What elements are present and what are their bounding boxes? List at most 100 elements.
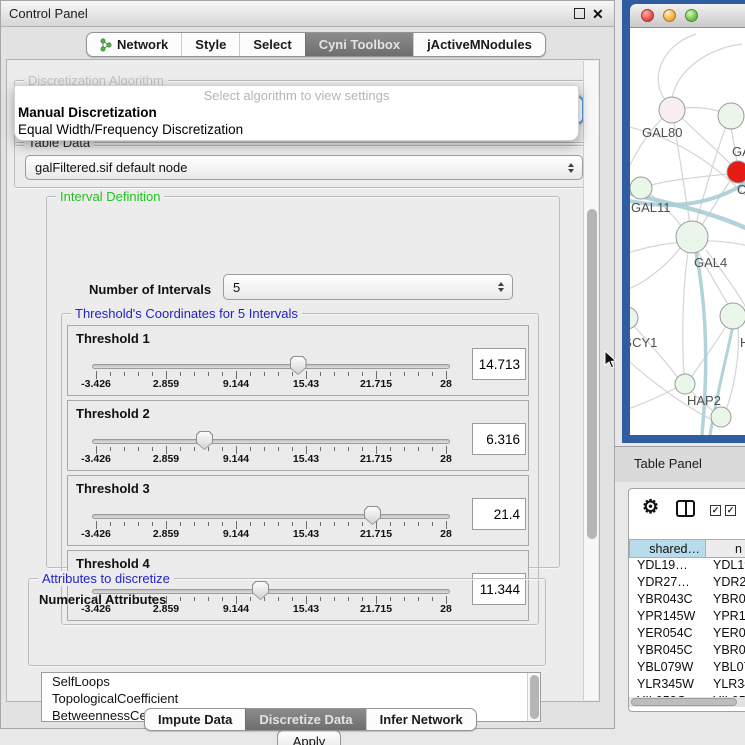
slider-tick <box>320 447 321 451</box>
table-row[interactable]: YER054CYER054C <box>629 626 745 643</box>
bottom-tab-infer-network[interactable]: Infer Network <box>366 709 476 730</box>
control-panel-content: Discretization Algorithm Table Data galF… <box>6 59 600 702</box>
table-hscrollbar[interactable] <box>629 697 745 707</box>
slider-tick-label: 28 <box>440 528 452 540</box>
tab-select[interactable]: Select <box>239 33 304 56</box>
table-row[interactable]: YPR145WYPR145W <box>629 609 745 626</box>
bottom-tab-label: Infer Network <box>380 712 463 727</box>
tab-label: Cyni Toolbox <box>319 37 400 52</box>
node-gal80[interactable] <box>659 97 685 123</box>
table-panel-titlebar[interactable]: Table Panel <box>615 446 745 482</box>
checkbox-icon[interactable]: ✓ <box>725 505 736 516</box>
node-gcy1[interactable] <box>630 307 638 329</box>
algorithm-hint-text: Select algorithm to view settings <box>15 88 578 103</box>
cell-name: YBL079W <box>706 660 745 677</box>
threshold-value-field[interactable] <box>472 348 526 380</box>
control-panel-titlebar[interactable]: Control Panel ✕ <box>1 1 614 27</box>
columns-icon[interactable] <box>676 500 695 517</box>
close-icon[interactable]: ✕ <box>592 5 604 23</box>
table-row[interactable]: YBL079WYBL079W <box>629 660 745 677</box>
list-item[interactable]: SelfLoops <box>42 673 540 690</box>
node-right-mid[interactable] <box>720 303 745 329</box>
attributes-scrollbar-thumb[interactable] <box>530 675 539 719</box>
network-icon <box>100 38 112 52</box>
threshold-label: Threshold 4 <box>76 556 150 571</box>
column-header-shared-name[interactable]: shared… <box>629 539 706 558</box>
list-item[interactable]: TopologicalCoefficient <box>42 690 540 707</box>
bottom-tab-impute-data[interactable]: Impute Data <box>145 709 245 730</box>
slider-tick <box>432 522 433 526</box>
slider-tick <box>124 522 125 526</box>
cell-shared-name: YBL079W <box>629 660 706 677</box>
cell-name: YBR043C <box>706 592 745 609</box>
slider-tick <box>138 372 139 376</box>
tab-label: Network <box>117 37 168 52</box>
node-top-right[interactable] <box>718 103 744 129</box>
tab-style[interactable]: Style <box>181 33 239 56</box>
node-gal11[interactable] <box>630 177 652 199</box>
table-panel: ⚙ ✓ ✓ shared… n YDL19…YDL19…YDR27…YDR27…… <box>628 488 745 712</box>
table-header-row: shared… n <box>629 539 745 558</box>
threshold-value-field[interactable] <box>472 423 526 455</box>
slider-tick <box>418 522 419 526</box>
threshold-panel-1: Threshold 1-3.4262.8599.14415.4321.71528 <box>67 325 529 396</box>
gear-icon[interactable]: ⚙ <box>642 496 659 519</box>
table-row[interactable]: YBR045CYBR045C <box>629 643 745 660</box>
threshold-label: Threshold 1 <box>76 331 150 346</box>
tab-jactivemnodules[interactable]: jActiveMNodules <box>413 33 545 56</box>
slider-thumb[interactable] <box>196 431 213 450</box>
cell-shared-name: YER054C <box>629 626 706 643</box>
attributes-scrollbar[interactable] <box>527 673 540 721</box>
stepper-arrows-icon <box>492 282 509 292</box>
algorithm-option-manual[interactable]: Manual Discretization <box>18 105 157 120</box>
tab-cyni-toolbox[interactable]: Cyni Toolbox <box>305 33 413 56</box>
node-hap2[interactable] <box>675 374 695 394</box>
slider-tick <box>138 447 139 451</box>
zoom-traffic-light[interactable] <box>685 9 698 22</box>
mouse-cursor <box>604 350 617 369</box>
network-edge <box>672 44 742 98</box>
node-label: HAP2 <box>687 393 721 408</box>
slider-tick <box>124 447 125 451</box>
node-gal4[interactable] <box>676 221 708 253</box>
minimize-traffic-light[interactable] <box>663 9 676 22</box>
network-canvas[interactable]: GAL80GACGAL11GAL4GCY1HHAP2 <box>630 28 745 435</box>
slider-thumb[interactable] <box>364 506 381 525</box>
node-label: GAL11 <box>631 200 671 215</box>
content-scrollbar-thumb[interactable] <box>587 209 597 539</box>
node-red[interactable] <box>727 161 745 183</box>
threshold-value-field[interactable] <box>472 498 526 530</box>
column-header-name[interactable]: n <box>706 539 745 558</box>
slider-tick <box>194 447 195 451</box>
slider-tick <box>222 522 223 526</box>
screen: Control Panel ✕ Network StyleSelect Cyni T… <box>0 0 745 745</box>
slider-tick <box>222 372 223 376</box>
close-traffic-light[interactable] <box>641 9 654 22</box>
apply-button[interactable]: Apply <box>277 730 341 745</box>
node-label: GA <box>732 144 745 159</box>
table-row[interactable]: YLR345WYLR345W <box>629 677 745 694</box>
algorithm-dropdown-popup: Select algorithm to view settings Manual… <box>14 85 579 141</box>
float-window-icon[interactable] <box>574 8 585 19</box>
checkbox-icon[interactable]: ✓ <box>710 505 721 516</box>
top-tab-bar: Network StyleSelect Cyni Toolbox jActiveMNo… <box>86 32 546 57</box>
slider-track[interactable] <box>92 364 450 369</box>
slider-track[interactable] <box>92 439 450 444</box>
slider-tick <box>334 522 335 526</box>
slider-tick <box>348 372 349 376</box>
bottom-tab-discretize-data[interactable]: Discretize Data <box>245 709 365 730</box>
table-row[interactable]: YDR27…YDR27… <box>629 575 745 592</box>
network-window-titlebar[interactable] <box>630 4 745 28</box>
content-scrollbar[interactable] <box>583 61 598 700</box>
number-of-intervals-select[interactable]: 5 <box>223 274 513 300</box>
algorithm-option-equal-width[interactable]: Equal Width/Frequency Discretization <box>18 122 243 137</box>
table-data-select[interactable]: galFiltered.sif default node <box>25 155 583 180</box>
node-bottom[interactable] <box>711 407 731 427</box>
table-row[interactable]: YBR043CYBR043C <box>629 592 745 609</box>
cell-shared-name: YLR345W <box>629 677 706 694</box>
table-hscrollbar-thumb[interactable] <box>631 698 737 706</box>
slider-track[interactable] <box>92 514 450 519</box>
table-row[interactable]: YDL19…YDL19… <box>629 558 745 575</box>
tab-network[interactable]: Network <box>87 33 181 56</box>
slider-tick-label: 15.43 <box>293 378 319 390</box>
